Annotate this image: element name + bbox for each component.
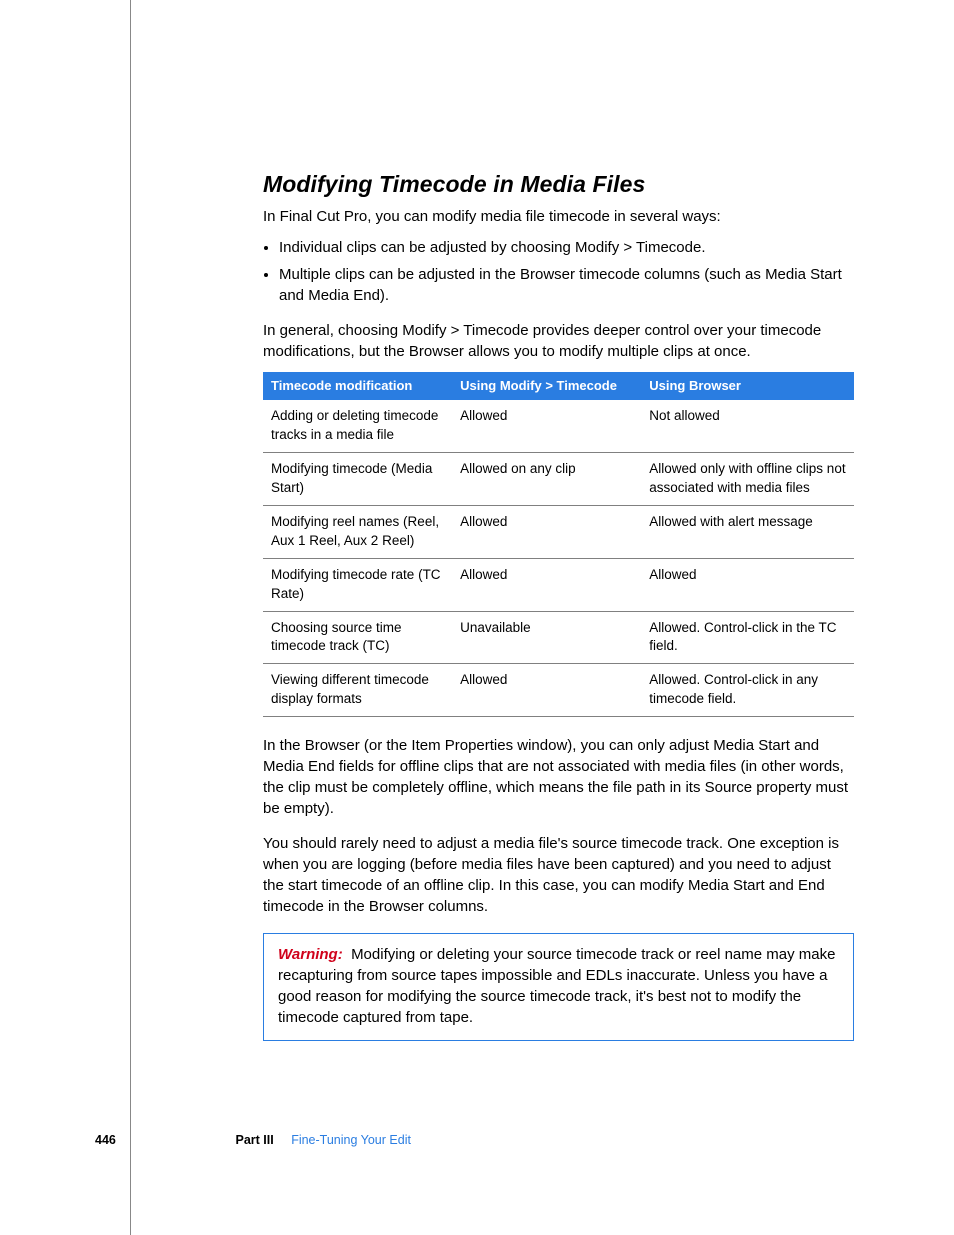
table-header-cell: Timecode modification — [263, 372, 452, 400]
warning-box: Warning: Modifying or deleting your sour… — [263, 933, 854, 1041]
table-cell: Allowed. Control-click in any timecode f… — [641, 664, 854, 717]
table-cell: Modifying timecode rate (TC Rate) — [263, 558, 452, 611]
table-cell: Allowed — [452, 664, 641, 717]
bullet-list: Individual clips can be adjusted by choo… — [263, 237, 854, 306]
footer-part: Part III — [235, 1133, 273, 1147]
table-header-row: Timecode modification Using Modify > Tim… — [263, 372, 854, 400]
table-row: Choosing source time timecode track (TC)… — [263, 611, 854, 664]
table-cell: Allowed — [641, 558, 854, 611]
table-cell: Viewing different timecode display forma… — [263, 664, 452, 717]
intro-paragraph: In Final Cut Pro, you can modify media f… — [263, 206, 854, 227]
warning-label: Warning: — [278, 946, 343, 963]
page-number: 446 — [0, 1132, 130, 1150]
body-paragraph: You should rarely need to adjust a media… — [263, 833, 854, 917]
table-row: Modifying timecode rate (TC Rate) Allowe… — [263, 558, 854, 611]
table-cell: Allowed — [452, 558, 641, 611]
page-footer: 446 Part III Fine-Tuning Your Edit — [0, 1132, 411, 1150]
table-row: Modifying reel names (Reel, Aux 1 Reel, … — [263, 505, 854, 558]
table-row: Viewing different timecode display forma… — [263, 664, 854, 717]
table-row: Adding or deleting timecode tracks in a … — [263, 400, 854, 452]
section-title: Modifying Timecode in Media Files — [263, 168, 854, 200]
table-cell: Not allowed — [641, 400, 854, 452]
comparison-table: Timecode modification Using Modify > Tim… — [263, 372, 854, 717]
table-cell: Unavailable — [452, 611, 641, 664]
table-header-cell: Using Browser — [641, 372, 854, 400]
table-cell: Choosing source time timecode track (TC) — [263, 611, 452, 664]
table-cell: Modifying timecode (Media Start) — [263, 453, 452, 506]
content-area: Modifying Timecode in Media Files In Fin… — [263, 0, 854, 1041]
list-item: Multiple clips can be adjusted in the Br… — [279, 264, 854, 306]
page-frame: Modifying Timecode in Media Files In Fin… — [130, 0, 954, 1235]
table-row: Modifying timecode (Media Start) Allowed… — [263, 453, 854, 506]
table-cell: Allowed only with offline clips not asso… — [641, 453, 854, 506]
table-cell: Allowed with alert message — [641, 505, 854, 558]
body-paragraph: In general, choosing Modify > Timecode p… — [263, 320, 854, 362]
footer-chapter: Fine-Tuning Your Edit — [291, 1133, 411, 1147]
table-cell: Allowed — [452, 505, 641, 558]
table-cell: Adding or deleting timecode tracks in a … — [263, 400, 452, 452]
body-paragraph: In the Browser (or the Item Properties w… — [263, 735, 854, 819]
table-header-cell: Using Modify > Timecode — [452, 372, 641, 400]
list-item: Individual clips can be adjusted by choo… — [279, 237, 854, 258]
table-cell: Allowed on any clip — [452, 453, 641, 506]
table-cell: Modifying reel names (Reel, Aux 1 Reel, … — [263, 505, 452, 558]
warning-text: Modifying or deleting your source timeco… — [278, 946, 835, 1026]
table-cell: Allowed. Control-click in the TC field. — [641, 611, 854, 664]
table-cell: Allowed — [452, 400, 641, 452]
